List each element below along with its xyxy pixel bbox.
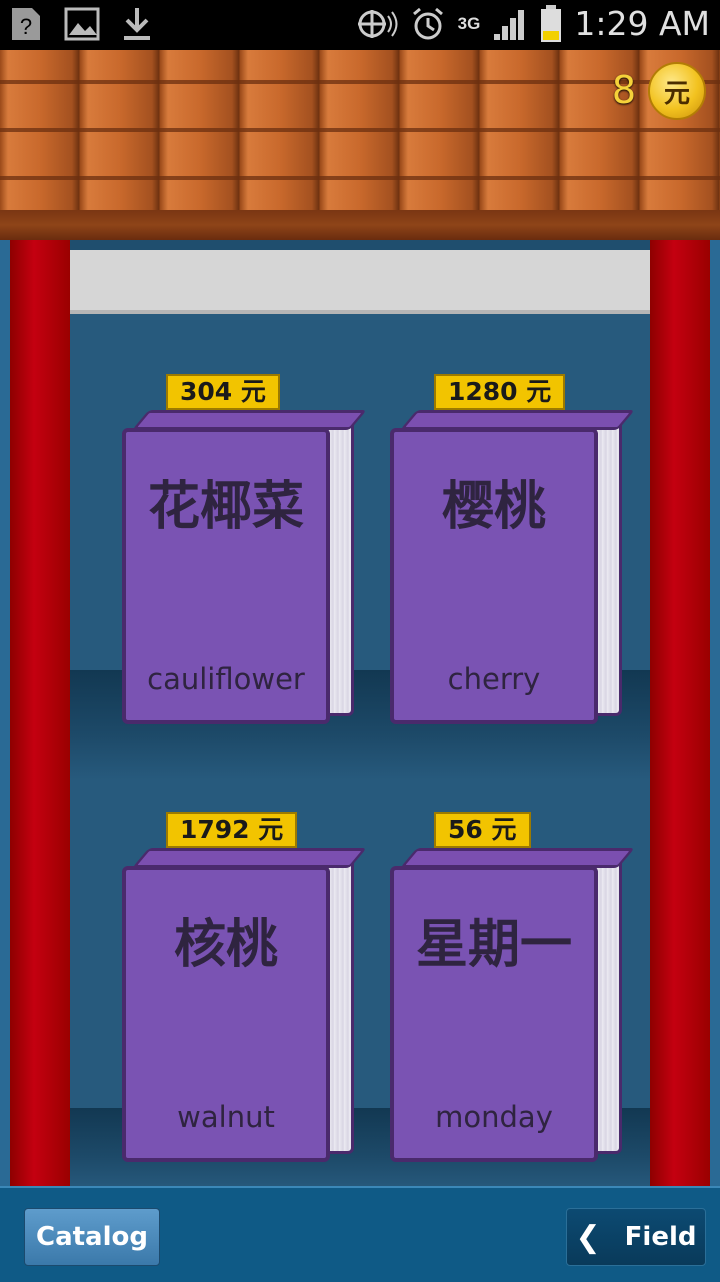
signal-icon [494,9,525,40]
book-card[interactable]: 花椰菜 cauliflower 304 元 [122,374,367,724]
book-english: cauliflower [147,662,305,696]
coin-symbol: 元 [663,78,690,109]
book-english: walnut [177,1100,275,1134]
field-button[interactable]: ❮ Field [566,1208,706,1266]
clock: 1:29 AM [574,4,710,43]
image-icon [64,7,100,41]
book-cover-top [400,848,635,868]
book-english: monday [435,1100,553,1134]
price-tag: 1792 元 [166,812,298,848]
unknown-notification-icon: ? [12,8,40,40]
book-cover-top [132,410,367,430]
pillar-right [650,240,710,1190]
sync-icon [357,9,398,38]
book-hanzi: 核桃 [173,915,278,975]
shelf-edge-left [0,240,10,1190]
shelf-edge-right [710,240,720,1190]
book-hanzi: 星期一 [415,915,572,975]
chevron-left-icon: ❮ [575,1219,601,1255]
book-hanzi: 花椰菜 [147,477,304,537]
status-bar: ? 3G 1:29 AM [0,0,720,50]
price-tag: 56 元 [434,812,531,848]
book-card[interactable]: 核桃 walnut 1792 元 [122,812,367,1162]
book-card[interactable]: 樱桃 cherry 1280 元 [390,374,635,724]
catalog-button-label: Catalog [36,1222,148,1252]
coin-count: 8 [611,68,636,112]
alarm-icon [412,7,443,39]
field-button-label: Field [624,1222,697,1252]
download-icon [124,8,150,40]
pillar-left [10,240,70,1190]
price-tag: 1280 元 [434,374,566,410]
battery-icon [541,4,562,42]
catalog-button[interactable]: Catalog [24,1208,160,1266]
bottom-bar: Catalog ❮ Field [0,1186,720,1282]
book-cover-top [400,410,635,430]
price-tag: 304 元 [166,374,280,410]
book-hanzi: 樱桃 [441,477,546,537]
shelf-header-panel [70,250,650,314]
book-card[interactable]: 星期一 monday 56 元 [390,812,635,1162]
svg-text:?: ? [20,14,32,39]
book-cover-top [132,848,367,868]
network-type: 3G [457,13,481,33]
book-english: cherry [447,662,541,696]
coin-icon: 元 [648,62,706,120]
